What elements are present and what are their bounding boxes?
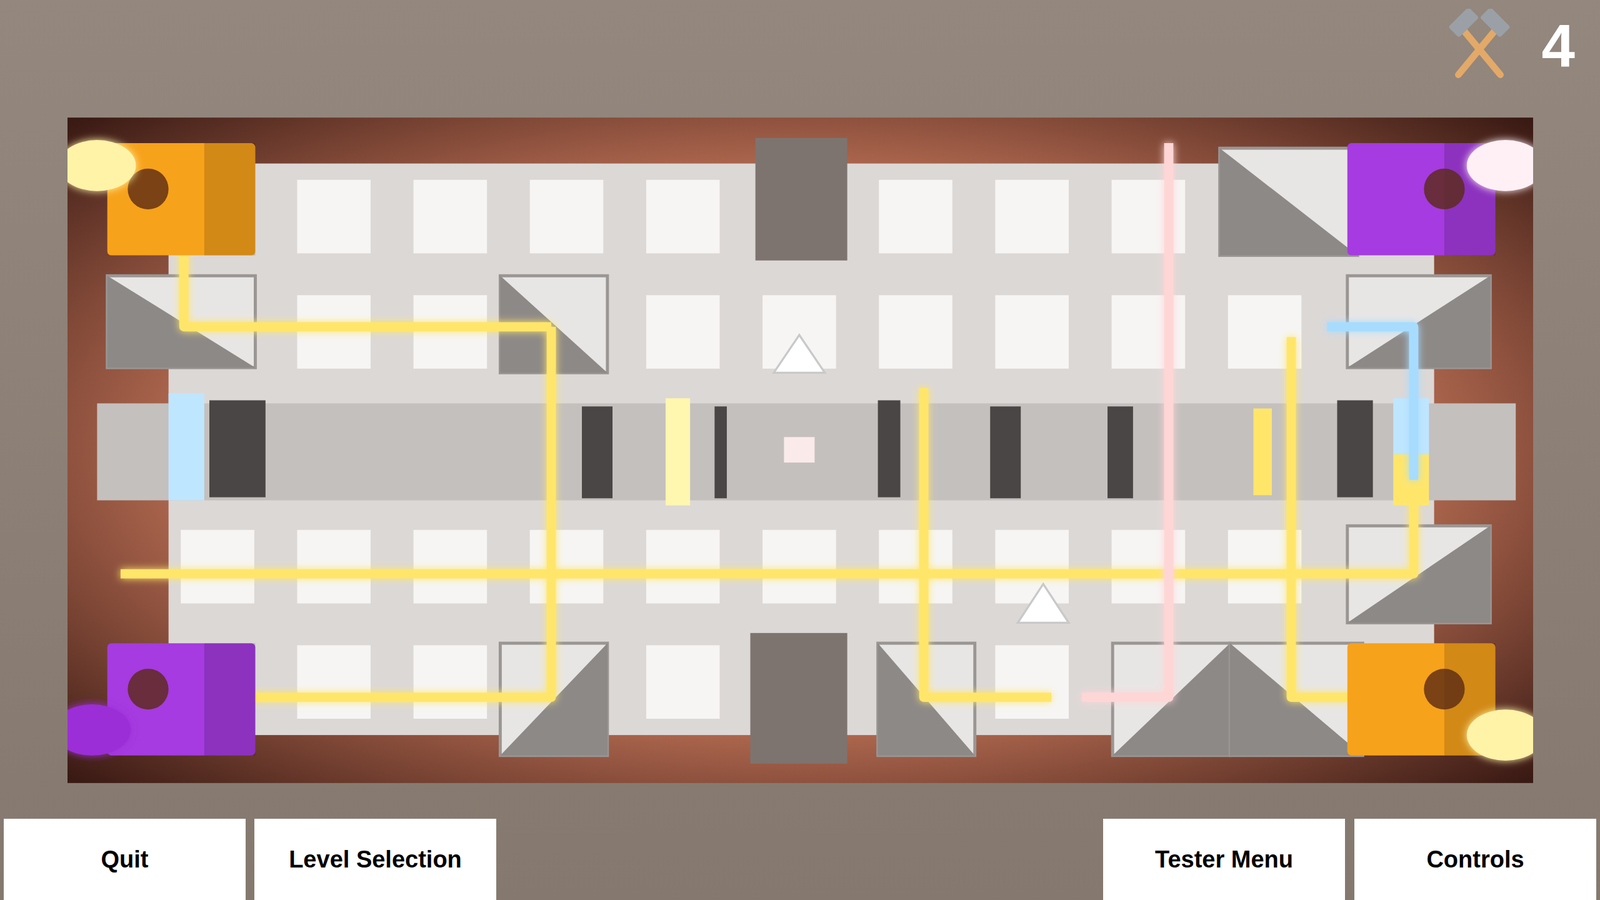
board-tile [878,180,953,254]
blocker [714,406,727,499]
puzzle-board[interactable] [67,117,1534,784]
menu-button[interactable]: Level Selection [254,818,497,900]
tool-count: 4 [1541,16,1575,77]
blocker [1336,400,1373,497]
laser-beam [1286,219,1297,337]
board-tile [296,645,371,719]
board-tile [296,180,371,254]
receiver [168,393,205,500]
wall-block [750,633,847,764]
receiver [665,398,690,505]
left-buttons: QuitLevel Selection [3,818,497,900]
bulb-icon [67,140,136,192]
laser-beam [1081,143,1169,698]
laser-emitter [67,140,255,256]
board-tile [995,180,1069,254]
board-frame [67,117,1534,784]
laser-emitter [1347,643,1534,761]
board-tile [413,645,488,719]
board-tile [646,295,720,369]
board-tile [530,530,604,604]
bottom-bar: QuitLevel Selection Tester MenuControls [0,818,1600,900]
blocker [878,400,901,497]
board-tile [646,530,720,604]
board-tile [413,295,488,369]
board-tile [180,530,255,604]
laser-beam [919,143,929,389]
board-tile [646,180,720,254]
board-tile [1111,295,1186,369]
laser-emitter [67,643,255,756]
laser-beam [1041,143,1052,654]
blocker [209,400,266,497]
board-tile [995,530,1069,604]
laser-beam [551,322,1256,332]
board-tile [995,645,1069,719]
blocker [581,406,613,499]
board-tile [413,180,488,254]
laser-beam [120,480,1414,574]
laser-beam [224,326,552,698]
board-tile [296,295,371,369]
right-buttons: Tester MenuControls [1103,818,1597,900]
menu-button[interactable]: Tester Menu [1103,818,1345,900]
board-tile [995,295,1069,369]
laser-emitter [1347,140,1534,256]
target [783,436,815,463]
mirror[interactable] [1347,275,1491,368]
game-screen: 4 QuitLevel Selection Tester MenuControls [0,0,1600,900]
bulb-icon [67,704,131,756]
board-tile [878,530,953,604]
blocker [990,406,1021,499]
laser-beam [923,388,1052,698]
middle-rail [96,403,1516,500]
wall-block [755,138,848,261]
menu-button[interactable]: Quit [3,818,246,900]
play-area: 4 [0,0,1600,819]
laser-beam [1326,326,1414,480]
menu-button[interactable]: Controls [1354,818,1597,900]
board-tile [646,645,720,719]
blocker [1107,406,1134,499]
board-tile [296,530,371,604]
laser-beam [546,143,557,327]
crossed-hammers-icon [1441,8,1517,84]
board-tile [878,295,953,369]
bulb-icon [1466,709,1534,761]
prism[interactable] [1017,583,1069,623]
bulb-icon [1466,140,1534,192]
receiver [1253,408,1272,496]
prism[interactable] [773,335,825,373]
board-tile [762,530,837,604]
tool-counter: 4 [1441,8,1575,84]
board-tile [413,530,488,604]
board-tile [1111,530,1186,604]
board-tile [530,180,604,254]
board-tile [1111,180,1186,254]
